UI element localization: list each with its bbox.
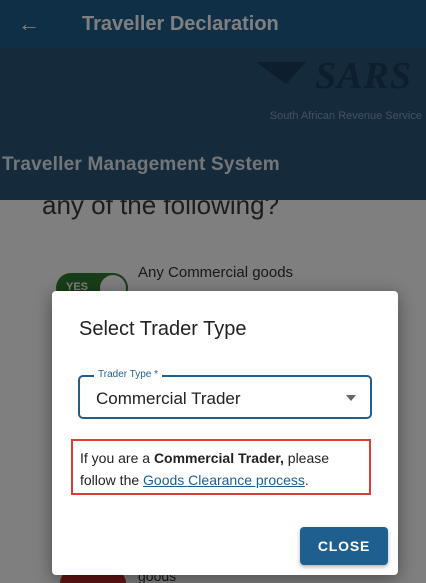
trader-notice: If you are a Commercial Trader, please f… <box>71 439 371 495</box>
notice-text-suffix: . <box>304 472 309 488</box>
close-button[interactable]: CLOSE <box>300 527 388 565</box>
notice-text-prefix: If you are a <box>80 450 154 466</box>
select-trader-dialog: Select Trader Type Trader Type * Commerc… <box>52 291 398 575</box>
notice-bold-text: Commercial Trader, <box>153 450 284 466</box>
trader-type-label: Trader Type * <box>94 369 163 380</box>
goods-clearance-link[interactable]: Goods Clearance process <box>143 472 305 488</box>
trader-type-value: Commercial Trader <box>96 389 241 408</box>
dialog-title: Select Trader Type <box>79 318 247 340</box>
trader-type-select[interactable]: Trader Type * Commercial Trader <box>78 369 372 419</box>
dropdown-arrow-icon <box>346 395 356 401</box>
